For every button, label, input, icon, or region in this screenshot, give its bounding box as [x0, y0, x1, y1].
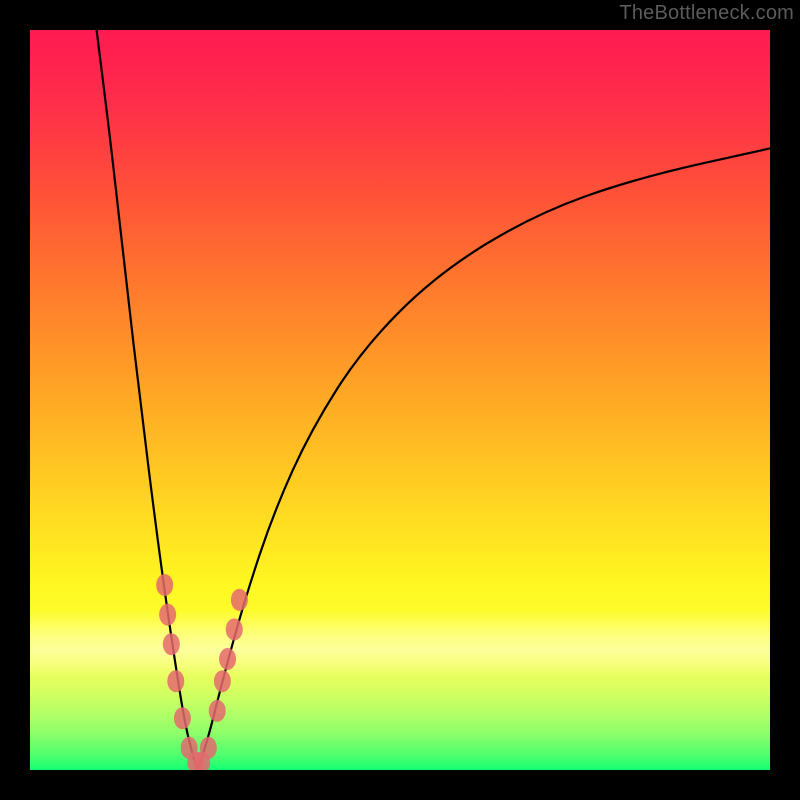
curve-group: [97, 30, 770, 770]
marker-dot: [209, 700, 226, 722]
chart-svg: [30, 30, 770, 770]
marker-dot: [200, 737, 217, 759]
marker-dot: [156, 574, 173, 596]
plot-area: [30, 30, 770, 770]
marker-dot: [174, 707, 191, 729]
marker-group: [156, 574, 248, 770]
marker-dot: [167, 670, 184, 692]
marker-dot: [226, 618, 243, 640]
marker-dot: [214, 670, 231, 692]
marker-dot: [159, 604, 176, 626]
chart-frame: TheBottleneck.com: [0, 0, 800, 800]
marker-dot: [231, 589, 248, 611]
curve-left-branch: [97, 30, 198, 770]
marker-dot: [219, 648, 236, 670]
watermark-text: TheBottleneck.com: [619, 2, 794, 25]
curve-right-branch: [197, 148, 770, 770]
marker-dot: [163, 633, 180, 655]
